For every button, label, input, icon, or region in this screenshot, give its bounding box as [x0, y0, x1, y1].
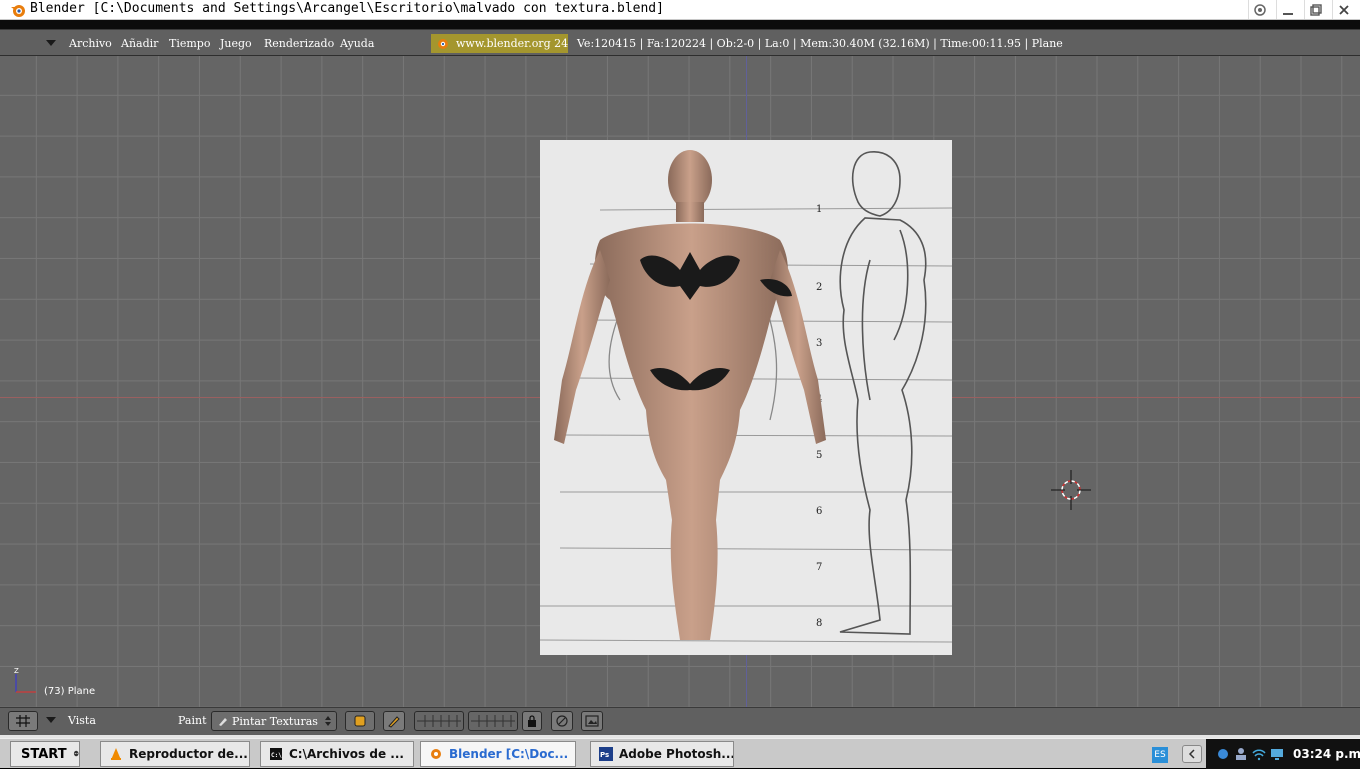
wifi-icon[interactable] [1252, 747, 1266, 761]
brush-icon [219, 718, 227, 726]
grid-icon [16, 715, 30, 727]
mode-label: Paint [178, 714, 207, 727]
start-label: START [21, 746, 67, 762]
active-object-label: (73) Plane [44, 686, 96, 697]
draw-type-button[interactable] [345, 711, 375, 731]
link-icon [556, 715, 568, 727]
character-texture-image: 1 2 3 4 5 6 7 8 [540, 140, 952, 655]
gear-icon [1253, 3, 1266, 16]
task-vlc[interactable]: Reproductor de... [100, 741, 250, 767]
menu-ayuda[interactable]: Ayuda [340, 37, 374, 50]
link-button[interactable] [551, 711, 573, 731]
task-label: Adobe Photosh... [619, 747, 734, 761]
photoshop-icon: Ps [599, 747, 613, 761]
svg-text:C:\: C:\ [271, 752, 282, 759]
menu-collapse-icon[interactable] [46, 717, 56, 723]
settings-button[interactable] [1248, 0, 1270, 19]
svg-text:Ps: Ps [600, 751, 609, 759]
updown-arrow-icon [325, 716, 331, 726]
chevron-left-icon [1188, 749, 1195, 759]
task-cmd[interactable]: C:\ C:\Archivos de ... [260, 741, 414, 767]
blender-url: www.blender.org 248.1 [456, 37, 568, 50]
info-header: Archivo Añadir Tiempo Juego Renderizado … [0, 29, 1360, 56]
alien-logo-icon [73, 750, 79, 757]
window-titlebar: Blender [C:\Documents and Settings\Arcan… [0, 0, 1360, 20]
header-collapse-icon[interactable] [46, 40, 56, 46]
menu-renderizado[interactable]: Renderizado [264, 37, 334, 50]
texture-paint-button[interactable] [383, 711, 405, 731]
clock[interactable]: 03:24 p.m. [1293, 747, 1360, 761]
start-button[interactable]: START [10, 741, 80, 767]
task-label: Blender [C:\Doc... [449, 747, 569, 761]
menu-archivo[interactable]: Archivo [69, 37, 112, 50]
ruler-mark: 1 [816, 204, 822, 215]
users-icon[interactable] [1234, 747, 1248, 761]
lock-layers-button[interactable] [522, 711, 542, 731]
ruler-mark: 2 [816, 282, 822, 293]
layers-icon [417, 715, 461, 727]
system-tray: 03:24 p.m. [1206, 739, 1360, 769]
3d-cursor-icon[interactable] [1051, 470, 1091, 510]
task-label: Reproductor de... [129, 747, 248, 761]
monitor-icon[interactable] [1270, 747, 1284, 761]
taskbar: START Reproductor de... C:\ C:\Archivos … [0, 738, 1360, 769]
close-button[interactable] [1332, 0, 1354, 19]
lock-icon [528, 715, 536, 727]
view-menu[interactable]: Vista [68, 714, 96, 727]
mode-value: Pintar Texturas [232, 715, 318, 728]
render-image-button[interactable] [581, 711, 603, 731]
layer-buttons-right[interactable] [468, 711, 518, 731]
solid-cube-icon [354, 715, 366, 727]
ruler-mark: 8 [816, 618, 822, 629]
window-border [0, 20, 1360, 29]
minimize-icon [1282, 12, 1293, 15]
layers-icon [471, 715, 515, 727]
menu-juego[interactable]: Juego [220, 37, 252, 50]
axis-gizmo-icon: Z [14, 667, 36, 693]
mode-dropdown[interactable]: Pintar Texturas [211, 711, 337, 731]
language-indicator[interactable]: ES [1152, 747, 1168, 763]
image-icon [585, 715, 599, 727]
task-photoshop[interactable]: Ps Adobe Photosh... [590, 741, 734, 767]
window-title: Blender [C:\Documents and Settings\Arcan… [30, 1, 664, 16]
axis-z-label: Z [14, 667, 19, 675]
blender-logo-icon [438, 38, 448, 49]
blender-logo-icon [431, 749, 441, 759]
blender-url-box[interactable]: www.blender.org 248.1 [431, 34, 568, 53]
pencil-icon [388, 716, 400, 728]
minimize-button[interactable] [1276, 0, 1298, 19]
textured-plane[interactable]: 1 2 3 4 5 6 7 8 [540, 140, 952, 655]
console-icon: C:\ [270, 748, 282, 760]
scene-stats: Ve:120415 | Fa:120224 | Ob:2-0 | La:0 | … [577, 37, 1063, 50]
ruler-mark: 3 [816, 338, 822, 349]
3d-viewport[interactable]: 1 2 3 4 5 6 7 8 [0, 56, 1360, 707]
restore-icon [1309, 3, 1322, 16]
view3d-header: Vista Paint Pintar Texturas [0, 707, 1360, 735]
task-blender[interactable]: Blender [C:\Doc... [420, 741, 576, 767]
menu-tiempo[interactable]: Tiempo [169, 37, 210, 50]
ruler-mark: 5 [816, 450, 822, 461]
task-label: C:\Archivos de ... [289, 747, 404, 761]
network-icon[interactable] [1216, 747, 1230, 761]
vlc-cone-icon [111, 748, 121, 760]
ruler-mark: 7 [816, 562, 822, 573]
editor-type-button[interactable] [8, 711, 38, 731]
menu-anadir[interactable]: Añadir [121, 37, 158, 50]
ruler-mark: 6 [816, 506, 822, 517]
maximize-button[interactable] [1304, 0, 1326, 19]
close-icon [1338, 4, 1349, 15]
blender-logo-icon [11, 5, 25, 17]
tray-expand-button[interactable] [1182, 745, 1202, 763]
layer-buttons-left[interactable] [414, 711, 464, 731]
